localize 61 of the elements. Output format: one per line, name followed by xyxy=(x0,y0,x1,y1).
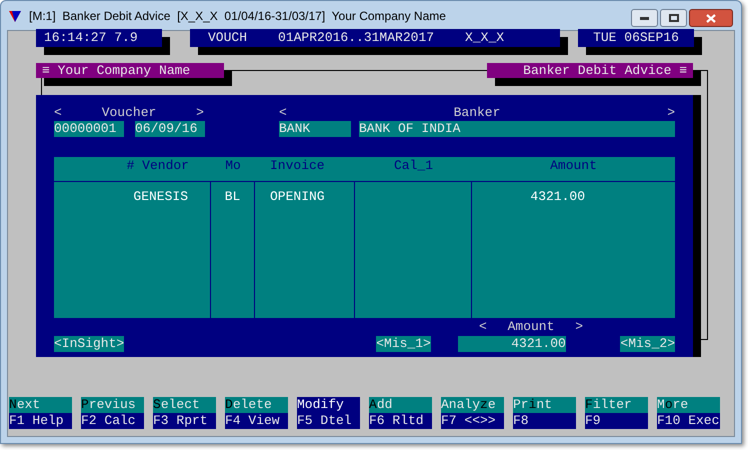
voucher-label: Voucher xyxy=(102,105,156,120)
close-icon xyxy=(706,14,716,22)
action-button[interactable]: Print xyxy=(513,397,576,413)
voucher-number-field[interactable]: 00000001 xyxy=(54,121,124,137)
function-key-button[interactable]: F10 Exec xyxy=(657,413,720,429)
insight-button[interactable]: <InSight> xyxy=(54,336,124,352)
mis-1-button[interactable]: <Mis_1> xyxy=(376,336,431,352)
maximize-button[interactable] xyxy=(660,9,687,27)
minimize-icon xyxy=(640,16,649,20)
voucher-date-field[interactable]: 06/09/16 xyxy=(135,121,205,137)
column-header: # Vendor xyxy=(126,158,189,173)
date-text: TUE 06SEP16 xyxy=(593,29,679,48)
function-key-button[interactable]: F7 <<>> xyxy=(441,413,504,429)
action-button[interactable]: Delete xyxy=(225,397,288,413)
function-key-button[interactable]: F6 Rltd xyxy=(369,413,432,429)
minimize-button[interactable] xyxy=(631,9,658,27)
action-button[interactable]: Filter xyxy=(585,397,648,413)
screen-title: Banker Debit Advice ≡ xyxy=(523,62,687,80)
banker-label: Banker xyxy=(454,105,500,120)
action-button[interactable]: Modify xyxy=(297,397,360,413)
amount-label: Amount xyxy=(508,320,554,334)
action-button[interactable]: Next xyxy=(9,397,72,413)
action-button[interactable]: Previus xyxy=(81,397,144,413)
mode-text: VOUCH xyxy=(208,29,248,48)
table-cell-text: OPENING xyxy=(270,189,326,205)
column-header: Mo xyxy=(225,158,241,173)
function-key-button[interactable]: F5 Dtel xyxy=(297,413,360,429)
table-cell-text: BL xyxy=(224,189,242,205)
function-key-button[interactable]: F3 Rprt xyxy=(153,413,216,429)
voucher-label-left: < xyxy=(54,105,62,120)
action-button[interactable]: Analyze xyxy=(441,397,504,413)
window-title: [M:1] Banker Debit Advice [X_X_X 01/04/16-31/03/17] Your Company Name xyxy=(29,8,446,24)
clock-text: 16:14:27 7.9 xyxy=(44,29,138,48)
total-amount-field[interactable]: 4321.00 xyxy=(458,336,566,352)
amount-label-right: > xyxy=(575,320,583,334)
period-text: 01APR2016..31MAR2017 xyxy=(278,29,434,48)
function-key-button[interactable]: F9 xyxy=(585,413,648,429)
function-key-button[interactable]: F2 Calc xyxy=(81,413,144,429)
action-button[interactable]: Add xyxy=(369,397,432,413)
column-header: Invoice xyxy=(270,158,325,173)
close-button[interactable] xyxy=(689,9,733,27)
table-cell-text: 4321.00 xyxy=(529,189,585,205)
user-text: X_X_X xyxy=(465,29,504,48)
column-header: Amount xyxy=(550,158,597,173)
column-header: Cal_1 xyxy=(394,158,433,173)
action-button[interactable]: Select xyxy=(153,397,216,413)
mis-2-button[interactable]: <Mis_2> xyxy=(620,336,675,352)
banker-name-field[interactable]: BANK OF INDIA xyxy=(359,121,675,137)
banker-label-right: > xyxy=(667,105,675,120)
company-title: ≡ Your Company Name xyxy=(42,62,190,80)
voucher-label-right: > xyxy=(196,105,204,120)
table-cell-text: GENESIS xyxy=(132,189,188,205)
banker-code-field[interactable]: BANK xyxy=(279,121,351,137)
action-button[interactable]: More xyxy=(657,397,720,413)
banker-label-left: < xyxy=(279,105,287,120)
amount-label-left: < xyxy=(479,320,487,334)
maximize-icon xyxy=(668,14,678,22)
function-key-button[interactable]: F8 xyxy=(513,413,576,429)
function-key-button[interactable]: F4 View xyxy=(225,413,288,429)
function-key-button[interactable]: F1 Help xyxy=(9,413,72,429)
app-logo-icon xyxy=(9,10,21,22)
